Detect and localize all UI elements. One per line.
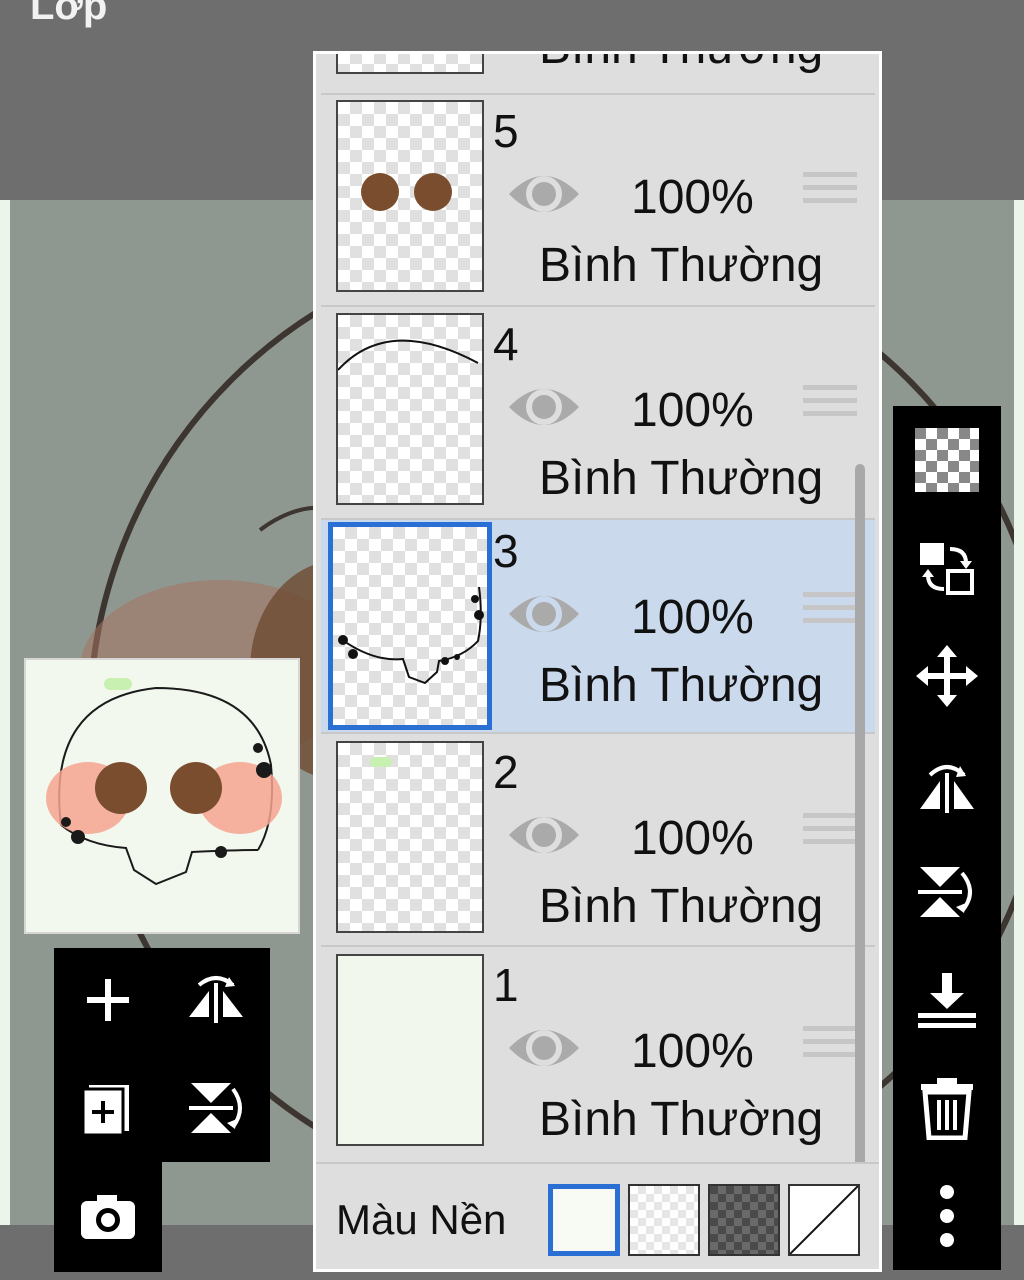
drag-handle-icon[interactable] [803, 172, 857, 218]
camera-icon[interactable] [68, 1176, 148, 1256]
trash-icon[interactable] [907, 1068, 987, 1148]
layer-opacity[interactable]: 100% [631, 170, 754, 225]
canvas-left-edge [0, 200, 10, 1225]
layer-blend-mode[interactable]: Bình Thường [539, 1092, 823, 1147]
layer-divider [321, 732, 875, 734]
bg-swatch-white[interactable] [548, 1184, 620, 1256]
drag-handle-icon[interactable] [803, 813, 857, 859]
layer-number: 5 [493, 105, 519, 157]
visibility-eye-icon[interactable] [507, 379, 581, 435]
layer-blend-mode[interactable]: Bình Thường [539, 879, 823, 934]
preview-artwork [46, 678, 282, 886]
layer-thumbnail [336, 313, 484, 505]
canvas-preview [24, 658, 300, 934]
flip-horizontal-icon[interactable] [907, 744, 987, 824]
layer-row-3[interactable]: 3 100% Bình Thường [321, 520, 875, 732]
background-color-label: Màu Nền [336, 1196, 507, 1243]
right-toolbar [893, 406, 1001, 1270]
layer-thumbnail [328, 522, 492, 730]
visibility-eye-icon[interactable] [507, 1020, 581, 1076]
layer-thumbnail [336, 741, 484, 933]
layer-number: 4 [493, 318, 519, 370]
layer-blend-mode[interactable]: Bình Thường [539, 451, 823, 506]
layer-thumbnail [336, 54, 484, 74]
drag-handle-icon[interactable] [803, 385, 857, 431]
page-title: Lớp [30, 0, 108, 28]
layers-scrollbar[interactable] [855, 464, 865, 1264]
layer-thumbnail [336, 100, 484, 292]
bg-swatch-none[interactable] [788, 1184, 860, 1256]
bg-swatch-transparent-light[interactable] [628, 1184, 700, 1256]
background-color-row: Màu Nền [316, 1162, 879, 1269]
add-copy-layer-icon[interactable] [68, 1068, 148, 1148]
bg-swatch-transparent-dark[interactable] [708, 1184, 780, 1256]
canvas-right-edge [1014, 200, 1024, 1225]
drag-handle-icon[interactable] [803, 1026, 857, 1072]
layer-row-1[interactable]: 1 100% Bình Thường [321, 954, 875, 1166]
layer-divider [321, 945, 875, 947]
move-icon[interactable] [907, 636, 987, 716]
visibility-eye-icon[interactable] [507, 166, 581, 222]
layer-opacity[interactable]: 100% [631, 1024, 754, 1079]
layer-blend-mode[interactable]: Bình Thường [539, 238, 823, 293]
layer-divider [321, 305, 875, 307]
layers-panel: Bình Thường 5 100% Bình Thường 4 [313, 51, 882, 1272]
layer-number: 3 [493, 525, 519, 577]
drag-handle-icon[interactable] [803, 592, 857, 638]
flip-vertical-icon[interactable] [176, 1068, 256, 1148]
layer-opacity[interactable]: 100% [631, 383, 754, 438]
layer-opacity[interactable]: 100% [631, 590, 754, 645]
layer-blend-mode[interactable]: Bình Thường [539, 54, 823, 75]
layer-thumbnail [336, 954, 484, 1146]
merge-down-icon[interactable] [907, 960, 987, 1040]
swap-layer-icon[interactable] [907, 528, 987, 608]
visibility-eye-icon[interactable] [507, 586, 581, 642]
layer-row-2[interactable]: 2 100% Bình Thường [321, 741, 875, 953]
visibility-eye-icon[interactable] [507, 807, 581, 863]
layer-divider [321, 93, 875, 95]
layer-number: 1 [493, 959, 519, 1011]
flip-horizontal-icon[interactable] [176, 960, 256, 1040]
layer-blend-mode[interactable]: Bình Thường [539, 658, 823, 713]
app-stage: Lớp 5 100% Bình Thường 4 100% Bình Thườn… [0, 0, 1024, 1280]
layer-row-5[interactable]: 5 100% Bình Thường [321, 100, 875, 312]
layer-opacity[interactable]: 100% [631, 811, 754, 866]
add-layer-icon[interactable] [68, 960, 148, 1040]
transparency-icon[interactable] [907, 420, 987, 500]
left-toolbar-extra [54, 1162, 162, 1272]
layer-row-partial[interactable]: Bình Thường [321, 54, 875, 94]
flip-vertical-icon[interactable] [907, 852, 987, 932]
left-toolbar [54, 948, 270, 1162]
layer-row-4[interactable]: 4 100% Bình Thường [321, 313, 875, 525]
layer-number: 2 [493, 746, 519, 798]
more-icon[interactable] [907, 1176, 987, 1256]
